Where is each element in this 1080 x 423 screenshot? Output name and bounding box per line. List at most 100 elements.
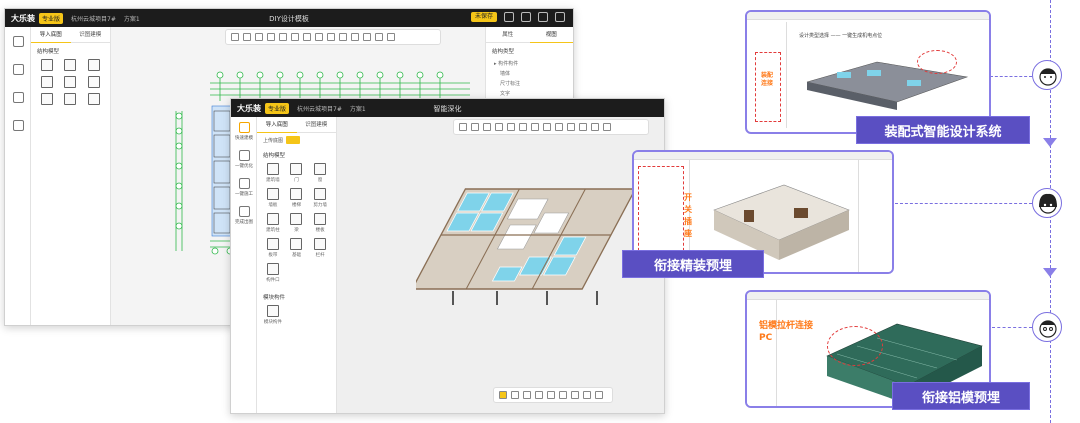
breadcrumb[interactable]: 杭州云城项目7# bbox=[71, 14, 116, 23]
construct-icon bbox=[12, 91, 24, 103]
tree-item[interactable]: 尺寸标注 bbox=[494, 79, 565, 89]
component-item[interactable] bbox=[82, 59, 106, 71]
tool-icon[interactable] bbox=[303, 33, 311, 41]
section-title: 结构模型 bbox=[37, 49, 60, 55]
app-logo: 大乐装 bbox=[237, 103, 261, 113]
save-button[interactable]: 未保存 bbox=[470, 12, 497, 22]
tool-icon[interactable] bbox=[591, 123, 599, 131]
tool-icon[interactable] bbox=[583, 391, 591, 399]
cloud-icon[interactable] bbox=[521, 12, 531, 22]
tool-icon[interactable] bbox=[387, 33, 395, 41]
tab-view[interactable]: 视图 bbox=[529, 27, 573, 43]
tab-import[interactable]: 导入底图 bbox=[31, 27, 71, 43]
component-item[interactable] bbox=[35, 76, 59, 88]
user-avatar bbox=[1032, 312, 1062, 342]
component-item[interactable]: 板带 bbox=[261, 238, 285, 258]
tab-recognize[interactable]: 识图建模 bbox=[70, 27, 110, 43]
tool-icon[interactable] bbox=[255, 33, 263, 41]
component-item[interactable] bbox=[82, 93, 106, 105]
tool-icon[interactable] bbox=[603, 123, 611, 131]
upload-button[interactable] bbox=[286, 136, 301, 144]
tool-icon[interactable] bbox=[459, 123, 467, 131]
component-item[interactable]: 基础 bbox=[285, 238, 309, 258]
component-item[interactable]: 建筑墙 bbox=[261, 163, 285, 183]
tool-icon[interactable] bbox=[567, 123, 575, 131]
tool-icon[interactable] bbox=[535, 391, 543, 399]
nav-item-optimize[interactable]: 一键优化 bbox=[231, 145, 257, 173]
plan-name[interactable]: 方案1 bbox=[124, 14, 140, 23]
tool-icon[interactable] bbox=[315, 33, 323, 41]
component-item[interactable]: 门 bbox=[285, 163, 309, 183]
panel-icon bbox=[40, 76, 53, 88]
tool-icon[interactable] bbox=[579, 123, 587, 131]
tool-icon[interactable] bbox=[559, 391, 567, 399]
tool-icon[interactable] bbox=[531, 123, 539, 131]
nav-item[interactable] bbox=[5, 111, 31, 139]
nav-item[interactable] bbox=[5, 83, 31, 111]
tool-icon[interactable] bbox=[543, 123, 551, 131]
component-item[interactable]: 栏杆 bbox=[308, 238, 332, 258]
tool-icon[interactable] bbox=[483, 123, 491, 131]
component-item[interactable] bbox=[35, 93, 59, 105]
component-item[interactable] bbox=[82, 76, 106, 88]
tool-icon[interactable] bbox=[231, 33, 239, 41]
nav-item-construct[interactable]: 一键施工 bbox=[231, 173, 257, 201]
bottom-toolbar bbox=[493, 387, 613, 403]
timeline-arrow bbox=[1043, 268, 1057, 277]
tool-icon[interactable] bbox=[267, 33, 275, 41]
component-item[interactable]: 楼板 bbox=[308, 213, 332, 233]
tool-icon[interactable] bbox=[291, 33, 299, 41]
smart-design-window: 大乐装 专业版 杭州云城项目7# 方案1 智能深化 快速建模 一键优化 一键施工… bbox=[230, 98, 665, 414]
tool-icon[interactable] bbox=[243, 33, 251, 41]
component-item[interactable]: 楼梯 bbox=[285, 188, 309, 208]
tab-properties[interactable]: 属性 bbox=[486, 27, 530, 43]
component-item[interactable]: 剪力墙 bbox=[308, 188, 332, 208]
nav-item[interactable] bbox=[5, 27, 31, 55]
tool-icon[interactable] bbox=[595, 391, 603, 399]
component-item[interactable]: 窗 bbox=[308, 163, 332, 183]
tool-icon[interactable] bbox=[375, 33, 383, 41]
tool-icon[interactable] bbox=[495, 123, 503, 131]
edition-badge: 专业版 bbox=[265, 102, 290, 114]
tool-icon[interactable] bbox=[519, 123, 527, 131]
tool-icon[interactable] bbox=[351, 33, 359, 41]
nav-item[interactable] bbox=[5, 55, 31, 83]
component-item[interactable]: 墙板 bbox=[261, 188, 285, 208]
component-item[interactable] bbox=[59, 59, 83, 71]
component-item[interactable] bbox=[59, 76, 83, 88]
settings-icon[interactable] bbox=[555, 12, 565, 22]
tool-icon[interactable] bbox=[339, 33, 347, 41]
share-icon[interactable] bbox=[504, 12, 514, 22]
component-item[interactable]: 梁 bbox=[285, 213, 309, 233]
tool-icon[interactable] bbox=[511, 391, 519, 399]
tool-icon[interactable] bbox=[471, 123, 479, 131]
tool-icon[interactable] bbox=[523, 391, 531, 399]
tool-icon[interactable] bbox=[363, 33, 371, 41]
stair-icon bbox=[64, 76, 77, 88]
red-label: 开关插座 bbox=[684, 193, 692, 238]
nav-item-drawing[interactable]: 完成出图 bbox=[231, 201, 257, 229]
tool-icon[interactable] bbox=[547, 391, 555, 399]
item-label: 窗 bbox=[317, 178, 323, 183]
tree-item[interactable]: ▸ 构件构件 bbox=[494, 59, 565, 69]
component-item[interactable]: 建筑柱 bbox=[261, 213, 285, 233]
tool-icon[interactable] bbox=[499, 391, 507, 399]
tool-icon[interactable] bbox=[555, 123, 563, 131]
help-icon[interactable] bbox=[538, 12, 548, 22]
view-toolbar bbox=[453, 119, 649, 135]
tool-icon[interactable] bbox=[279, 33, 287, 41]
component-item[interactable]: 模块构件 bbox=[261, 305, 285, 325]
edition-badge: 专业版 bbox=[39, 12, 64, 24]
plan-name[interactable]: 方案1 bbox=[350, 104, 366, 113]
tab-import[interactable]: 导入底图 bbox=[257, 117, 297, 133]
component-item[interactable]: 构件口 bbox=[261, 263, 285, 283]
tool-icon[interactable] bbox=[327, 33, 335, 41]
breadcrumb[interactable]: 杭州云城项目7# bbox=[297, 104, 342, 113]
component-item[interactable] bbox=[35, 59, 59, 71]
component-item[interactable] bbox=[59, 93, 83, 105]
nav-item-quick-model[interactable]: 快速建模 bbox=[231, 117, 257, 145]
tab-recognize[interactable]: 识图建模 bbox=[296, 117, 336, 133]
tool-icon[interactable] bbox=[507, 123, 515, 131]
tree-item[interactable]: 墙体 bbox=[494, 69, 565, 79]
tool-icon[interactable] bbox=[571, 391, 579, 399]
